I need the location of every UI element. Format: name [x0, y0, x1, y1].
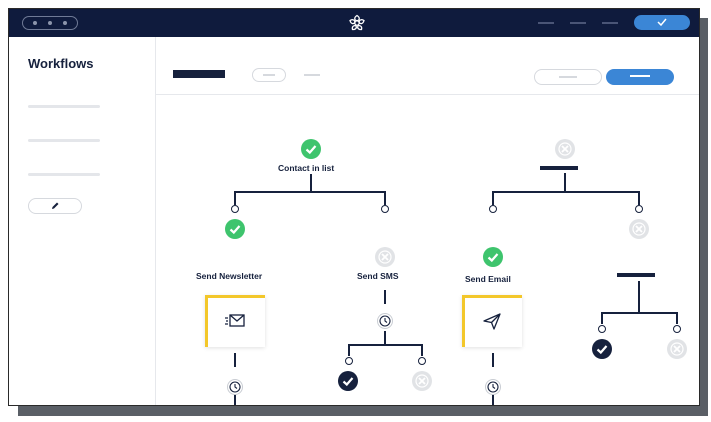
- action-card-newsletter[interactable]: [205, 295, 265, 347]
- workflow-edge: [638, 281, 640, 313]
- status-check-icon[interactable]: [338, 371, 358, 391]
- page-title-placeholder: [173, 70, 225, 78]
- window-control-dot[interactable]: [63, 21, 67, 25]
- sidebar: Workflows: [9, 37, 156, 405]
- workflow-edge: [348, 344, 350, 356]
- flower-logo-icon: [349, 14, 365, 31]
- workflow-edge: [492, 353, 494, 367]
- workflow-canvas: Contact in list Send Newsletter Send SMS…: [156, 95, 699, 405]
- toolbar: [156, 37, 699, 95]
- sidebar-item-placeholder[interactable]: [28, 173, 100, 176]
- confirm-button[interactable]: [634, 15, 690, 30]
- workflow-edge: [601, 312, 603, 324]
- app-window: Workflows Contact in list Send Newslette…: [8, 8, 700, 406]
- sidebar-item-placeholder[interactable]: [28, 105, 100, 108]
- workflow-edge: [234, 191, 386, 193]
- filter-pill[interactable]: [252, 68, 286, 82]
- email-icon: [225, 314, 245, 327]
- branch-port[interactable]: [381, 205, 389, 213]
- node-label-send-newsletter[interactable]: Send Newsletter: [194, 270, 265, 282]
- node-label-send-sms[interactable]: Send SMS: [355, 270, 401, 282]
- node-label-placeholder[interactable]: [537, 163, 583, 173]
- workflow-edge: [601, 312, 678, 314]
- workflow-edge: [384, 290, 386, 304]
- workflow-edge: [421, 344, 423, 356]
- workflow-edge: [234, 191, 236, 205]
- workflow-edge: [384, 191, 386, 205]
- workflow-edge: [564, 172, 566, 192]
- node-label-send-email[interactable]: Send Email: [463, 273, 513, 285]
- branch-port[interactable]: [418, 357, 426, 365]
- branch-port[interactable]: [345, 357, 353, 365]
- branch-port[interactable]: [673, 325, 681, 333]
- workflow-edge: [384, 331, 386, 345]
- node-label-placeholder[interactable]: [612, 270, 660, 281]
- workflow-edge: [310, 172, 312, 192]
- titlebar-placeholder: [538, 22, 554, 24]
- status-check-icon[interactable]: [301, 139, 321, 159]
- secondary-button[interactable]: [534, 69, 602, 85]
- pencil-icon: [52, 202, 59, 209]
- check-icon: [657, 18, 667, 27]
- sidebar-item-placeholder[interactable]: [28, 139, 100, 142]
- workflow-edge: [348, 344, 423, 346]
- action-card-email[interactable]: [462, 295, 522, 347]
- primary-button[interactable]: [606, 69, 674, 85]
- sidebar-title: Workflows: [28, 56, 94, 71]
- status-inactive-icon[interactable]: [412, 371, 432, 391]
- status-inactive-icon[interactable]: [555, 139, 575, 159]
- workflow-edge: [492, 191, 494, 205]
- window-control-dot[interactable]: [33, 21, 37, 25]
- window-controls[interactable]: [22, 16, 78, 30]
- title-bar: [9, 9, 699, 37]
- delay-clock-icon[interactable]: [377, 313, 393, 329]
- workflow-edge: [492, 191, 640, 193]
- branch-port[interactable]: [635, 205, 643, 213]
- status-check-icon[interactable]: [483, 247, 503, 267]
- branch-port[interactable]: [489, 205, 497, 213]
- delay-clock-icon[interactable]: [485, 379, 501, 395]
- workflow-edge: [234, 353, 236, 367]
- status-check-icon[interactable]: [225, 219, 245, 239]
- delay-clock-icon[interactable]: [227, 379, 243, 395]
- workflow-edge: [638, 191, 640, 205]
- node-label-contact-in-list[interactable]: Contact in list: [276, 162, 337, 174]
- titlebar-placeholder: [570, 22, 586, 24]
- edit-button[interactable]: [28, 198, 82, 214]
- window-control-dot[interactable]: [48, 21, 52, 25]
- status-inactive-icon[interactable]: [667, 339, 687, 359]
- branch-port[interactable]: [231, 205, 239, 213]
- branch-port[interactable]: [598, 325, 606, 333]
- toolbar-text-placeholder: [304, 74, 320, 76]
- status-check-icon[interactable]: [592, 339, 612, 359]
- status-inactive-icon[interactable]: [375, 247, 395, 267]
- status-inactive-icon[interactable]: [629, 219, 649, 239]
- workflow-edge: [676, 312, 678, 324]
- send-icon: [483, 313, 501, 330]
- titlebar-placeholder: [602, 22, 618, 24]
